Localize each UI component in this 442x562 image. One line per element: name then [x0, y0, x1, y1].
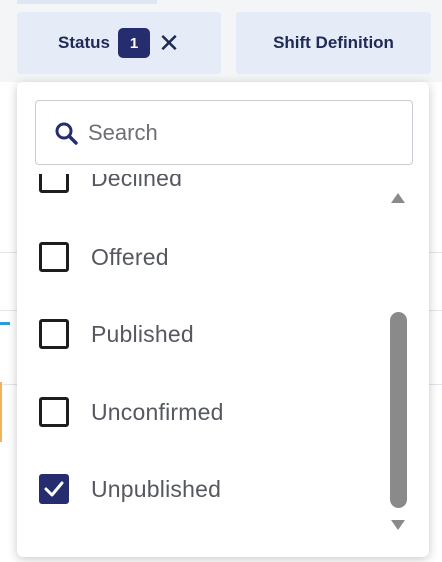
shift-definition-filter-chip[interactable]: Shift Definition: [236, 12, 431, 74]
background-accent: [0, 382, 2, 442]
chip-top-strip: [17, 0, 157, 4]
scroll-up-button[interactable]: [389, 191, 407, 205]
option-unconfirmed[interactable]: Unconfirmed: [39, 392, 224, 432]
scrollbar-thumb[interactable]: [390, 312, 407, 508]
search-icon: [55, 122, 78, 145]
option-unpublished[interactable]: Unpublished: [39, 469, 221, 509]
checkbox[interactable]: [39, 242, 69, 272]
option-declined[interactable]: Declined: [39, 174, 182, 198]
close-icon[interactable]: ✕: [158, 30, 180, 56]
checkbox[interactable]: [39, 319, 69, 349]
checkmark-icon: [44, 481, 64, 497]
search-input[interactable]: [88, 119, 368, 146]
triangle-up-icon: [391, 193, 405, 203]
checkbox[interactable]: [39, 397, 69, 427]
option-offered[interactable]: Offered: [39, 237, 169, 277]
checkbox-checked[interactable]: [39, 474, 69, 504]
option-label: Published: [91, 320, 194, 347]
status-filter-label: Status: [58, 33, 110, 52]
shift-definition-label: Shift Definition: [273, 33, 394, 52]
status-dropdown: Declined Offered Published Unconfirmed U…: [17, 82, 429, 557]
option-published[interactable]: Published: [39, 314, 194, 354]
status-options-list: Declined Offered Published Unconfirmed U…: [17, 174, 377, 544]
status-filter-chip[interactable]: Status 1 ✕: [17, 12, 221, 74]
checkbox[interactable]: [39, 174, 69, 193]
status-count-badge: 1: [117, 28, 150, 58]
triangle-down-icon: [391, 520, 405, 530]
background-accent: [0, 322, 10, 325]
option-label: Unconfirmed: [91, 398, 224, 425]
option-label: Offered: [91, 243, 169, 270]
search-box[interactable]: [35, 100, 413, 165]
scroll-down-button[interactable]: [389, 518, 407, 532]
option-label: Declined: [91, 174, 183, 191]
option-label: Unpublished: [91, 475, 222, 502]
